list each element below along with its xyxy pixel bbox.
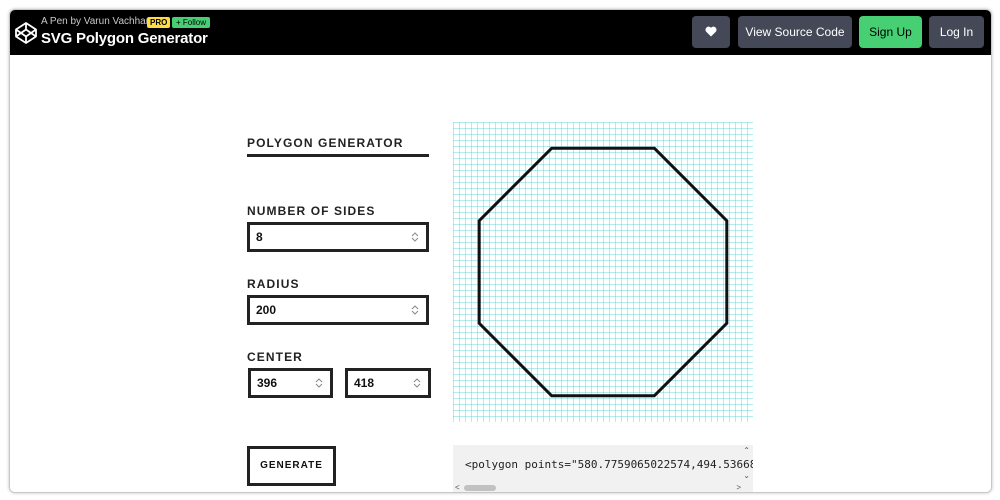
- polygon-canvas: [453, 122, 753, 422]
- codepen-header: A Pen by Varun Vachhar PRO + Follow SVG …: [10, 10, 991, 55]
- center-label: CENTER: [247, 350, 303, 364]
- sides-label: NUMBER OF SIDES: [247, 204, 376, 218]
- generate-button[interactable]: GENERATE: [247, 446, 336, 486]
- code-text: <polygon points="580.7759065022574,494.5…: [465, 458, 753, 471]
- sides-input[interactable]: 8: [247, 222, 429, 252]
- sign-up-button[interactable]: Sign Up: [859, 16, 922, 48]
- radius-input[interactable]: 200: [247, 295, 429, 325]
- polygon-svg: [477, 146, 729, 398]
- sides-value: 8: [256, 230, 263, 244]
- scroll-down-arrow-icon[interactable]: ⌄: [743, 472, 750, 480]
- polygon-shape: [477, 146, 729, 398]
- pen-title: SVG Polygon Generator: [41, 30, 208, 47]
- center-y-input[interactable]: 418: [345, 368, 431, 398]
- heart-button[interactable]: [692, 16, 730, 48]
- stepper-icon[interactable]: [410, 304, 420, 316]
- title-divider: [247, 154, 429, 157]
- radius-value: 200: [256, 303, 277, 317]
- stepper-icon[interactable]: [410, 231, 420, 243]
- horizontal-scrollbar[interactable]: < >: [453, 483, 753, 492]
- center-x-value: 396: [257, 376, 278, 390]
- code-output[interactable]: <polygon points="580.7759065022574,494.5…: [453, 445, 753, 492]
- panel-title: POLYGON GENERATOR: [247, 136, 404, 150]
- pen-frame: A Pen by Varun Vachhar PRO + Follow SVG …: [9, 9, 992, 493]
- center-x-input[interactable]: 396: [248, 368, 333, 398]
- scrollbar-thumb[interactable]: [464, 485, 496, 491]
- log-in-button[interactable]: Log In: [929, 16, 984, 48]
- stepper-icon[interactable]: [314, 377, 324, 389]
- center-y-value: 418: [354, 376, 375, 390]
- radius-label: RADIUS: [247, 277, 300, 291]
- stepper-icon[interactable]: [412, 377, 422, 389]
- scroll-left-arrow-icon[interactable]: <: [455, 484, 460, 492]
- follow-button[interactable]: + Follow: [172, 17, 211, 28]
- view-source-button[interactable]: View Source Code: [738, 16, 852, 48]
- heart-icon: [705, 26, 717, 37]
- scroll-right-arrow-icon[interactable]: >: [736, 484, 741, 492]
- pen-preview: POLYGON GENERATOR NUMBER OF SIDES 8 RADI…: [10, 55, 991, 492]
- pro-badge: PRO: [147, 17, 171, 28]
- scroll-up-arrow-icon[interactable]: ⌃: [743, 447, 750, 455]
- codepen-logo-icon[interactable]: [14, 21, 38, 45]
- pen-author[interactable]: A Pen by Varun Vachhar: [41, 16, 149, 27]
